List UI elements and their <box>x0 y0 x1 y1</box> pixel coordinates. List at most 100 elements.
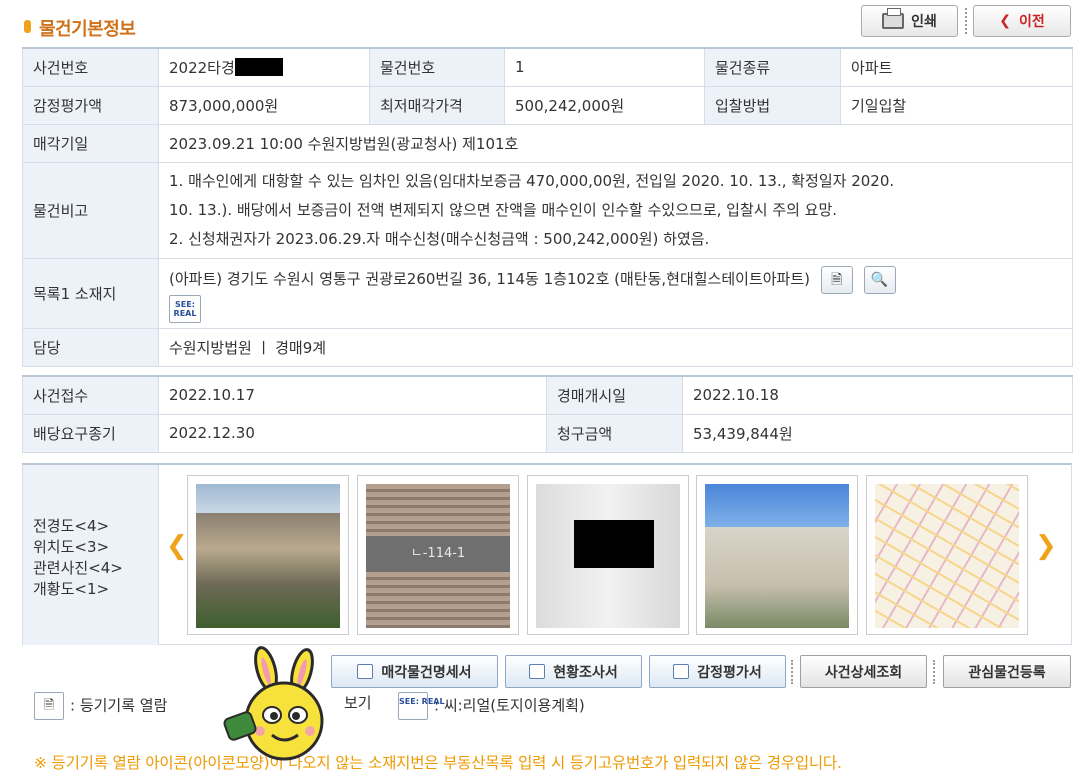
survey-report-button[interactable]: 현황조사서 <box>505 655 642 688</box>
location-label: 목록1 소재지 <box>22 257 159 329</box>
deadline-label: 배당요구종기 <box>22 413 159 453</box>
section-bullet-icon <box>24 20 31 33</box>
complex-photo <box>705 484 849 628</box>
print-button[interactable]: 인쇄 <box>861 5 958 37</box>
button-divider <box>933 660 935 684</box>
charge-value: 수원지방법원 ㅣ 경매9계 <box>158 327 1073 367</box>
min-price-value: 500,242,000원 <box>504 85 705 125</box>
received-label: 사건접수 <box>22 375 159 415</box>
table-row: 매각기일 2023.09.21 10:00 수원지방법원(광교청사) 제101호 <box>22 123 1073 163</box>
legend-registry: 🗎 : 등기기록 열람 <box>34 692 167 720</box>
appraisal-report-button[interactable]: 감정평가서 <box>649 655 786 688</box>
category-related-link[interactable]: 관련사진<4> <box>33 557 123 578</box>
table-row: 배당요구종기 2022.12.30 청구금액 53,439,844원 <box>22 413 1073 453</box>
start-label: 경매개시일 <box>546 375 683 415</box>
min-price-label: 최저매각가격 <box>369 85 505 125</box>
photo-thumbnail[interactable] <box>527 475 689 635</box>
prev-button[interactable]: ❮ 이전 <box>973 5 1071 37</box>
claim-label: 청구금액 <box>546 413 683 453</box>
sale-date-value: 2023.09.21 10:00 수원지방법원(광교청사) 제101호 <box>158 123 1073 163</box>
remarks-line: 2. 신청채권자가 2023.06.29.자 매수신청(매수신청금액 : 500… <box>169 229 710 248</box>
chevron-right-icon[interactable]: ❯ <box>1035 531 1057 561</box>
photo-thumbnail[interactable] <box>696 475 858 635</box>
button-divider <box>791 660 793 684</box>
legend-seereal: SEE: REAL: 씨:리얼(토지이용계획) <box>398 692 585 720</box>
chevron-left-icon[interactable]: ❮ <box>166 531 188 561</box>
charge-label: 담당 <box>22 327 159 367</box>
bid-method-label: 입찰방법 <box>704 85 841 125</box>
location-text: (아파트) 경기도 수원시 영통구 권광로260번길 36, 114동 1층10… <box>169 270 811 288</box>
seereal-icon[interactable]: SEE: REAL <box>169 295 201 323</box>
building-sign: ㄴ-114-1 <box>366 536 510 572</box>
photo-thumbnail[interactable] <box>866 475 1028 635</box>
category-location-link[interactable]: 위치도<3> <box>33 536 109 557</box>
add-interest-label: 관심물건등록 <box>968 664 1046 681</box>
table-row: 목록1 소재지 (아파트) 경기도 수원시 영통구 권광로260번길 36, 1… <box>22 257 1073 329</box>
remarks-line: 10. 13.). 배당에서 보증금이 전액 변제되지 않으면 잔액을 매수인이… <box>169 200 838 219</box>
survey-report-label: 현황조사서 <box>553 664 618 681</box>
sale-statement-label: 매각물건명세서 <box>381 664 472 681</box>
category-overview-link[interactable]: 개황도<1> <box>33 578 109 599</box>
appraisal-value: 873,000,000원 <box>158 85 370 125</box>
case-detail-label: 사건상세조회 <box>824 664 903 681</box>
rabbit-mascot-icon[interactable] <box>222 645 342 763</box>
received-value: 2022.10.17 <box>158 375 547 415</box>
table-row: 물건비고 1. 매수인에게 대항할 수 있는 임차인 있음(임대차보증금 470… <box>22 161 1073 259</box>
prev-button-label: 이전 <box>1018 14 1045 30</box>
start-value: 2022.10.18 <box>682 375 1073 415</box>
sale-statement-button[interactable]: 매각물건명세서 <box>331 655 498 688</box>
registry-notice: ※ 등기기록 열람 아이콘(아이콘모양)이 나오지 않는 소재지번은 부동산목록… <box>34 754 842 772</box>
case-info-table: 사건접수 2022.10.17 경매개시일 2022.10.18 배당요구종기 … <box>22 375 1073 453</box>
registry-view-icon[interactable]: 🗎 <box>820 265 853 294</box>
chevron-left-icon: ❮ <box>999 13 1011 29</box>
basic-info-table: 사건번호 2022타경 물건번호 1 물건종류 아파트 감정평가액 873,00… <box>22 47 1073 367</box>
redaction-block <box>574 520 654 568</box>
claim-value: 53,439,844원 <box>682 413 1073 453</box>
table-row: 감정평가액 873,000,000원 최저매각가격 500,242,000원 입… <box>22 85 1073 125</box>
appraisal-report-label: 감정평가서 <box>697 664 762 681</box>
case-no-value: 2022타경 <box>158 47 370 87</box>
redaction-block <box>234 57 283 76</box>
item-no-label: 물건번호 <box>369 47 505 87</box>
map-search-icon[interactable]: 🔍 <box>863 265 896 294</box>
photo-thumbnail[interactable] <box>187 475 349 635</box>
case-no-label: 사건번호 <box>22 47 159 87</box>
section-title: 물건기본정보 <box>39 19 136 40</box>
seereal-icon: SEE: REAL <box>398 692 445 720</box>
entrance-photo: ㄴ-114-1 <box>366 484 510 628</box>
case-detail-button[interactable]: 사건상세조회 <box>800 655 927 688</box>
sale-date-label: 매각기일 <box>22 123 159 163</box>
header-divider <box>965 8 967 34</box>
deadline-value: 2022.12.30 <box>158 413 547 453</box>
door-photo <box>536 484 680 628</box>
table-row: 사건번호 2022타경 물건번호 1 물건종류 아파트 <box>22 47 1073 87</box>
section-header: 물건기본정보 인쇄 ❮ 이전 <box>0 0 1082 46</box>
remarks-line: 1. 매수인에게 대항할 수 있는 임차인 있음(임대차보증금 470,000,… <box>169 171 895 190</box>
edit-icon <box>673 664 690 679</box>
table-row: 담당 수원지방법원 ㅣ 경매9계 <box>22 327 1073 367</box>
document-icon <box>357 664 374 679</box>
remarks-value: 1. 매수인에게 대항할 수 있는 임차인 있음(임대차보증금 470,000,… <box>158 161 1073 259</box>
item-type-value: 아파트 <box>840 47 1073 87</box>
appraisal-label: 감정평가액 <box>22 85 159 125</box>
item-no-value: 1 <box>504 47 705 87</box>
category-exterior-link[interactable]: 전경도<4> <box>33 515 109 536</box>
legend-map: 보기 <box>344 692 372 713</box>
building-photo <box>196 484 340 628</box>
photo-gallery: 전경도<4> 위치도<3> 관련사진<4> 개황도<1> ❮ ㄴ-114-1 ❯ <box>22 463 1072 645</box>
legend-map-text: 보기 <box>344 694 372 712</box>
legend-seereal-text: : 씨:리얼(토지이용계획) <box>434 696 585 715</box>
printer-icon <box>882 8 905 29</box>
legend-registry-text: : 등기기록 열람 <box>70 696 168 715</box>
table-row: 사건접수 2022.10.17 경매개시일 2022.10.18 <box>22 375 1073 415</box>
photo-thumbnail[interactable]: ㄴ-114-1 <box>357 475 519 635</box>
bid-method-value: 기일입찰 <box>840 85 1073 125</box>
gallery-category-list: 전경도<4> 위치도<3> 관련사진<4> 개황도<1> <box>23 465 159 645</box>
print-button-label: 인쇄 <box>911 14 937 30</box>
report-icon <box>529 664 546 679</box>
location-value: (아파트) 경기도 수원시 영통구 권광로260번길 36, 114동 1층10… <box>158 257 1073 329</box>
item-type-label: 물건종류 <box>704 47 841 87</box>
remarks-label: 물건비고 <box>22 161 159 259</box>
add-interest-button[interactable]: 관심물건등록 <box>943 655 1071 688</box>
registry-view-icon: 🗎 <box>34 692 64 720</box>
